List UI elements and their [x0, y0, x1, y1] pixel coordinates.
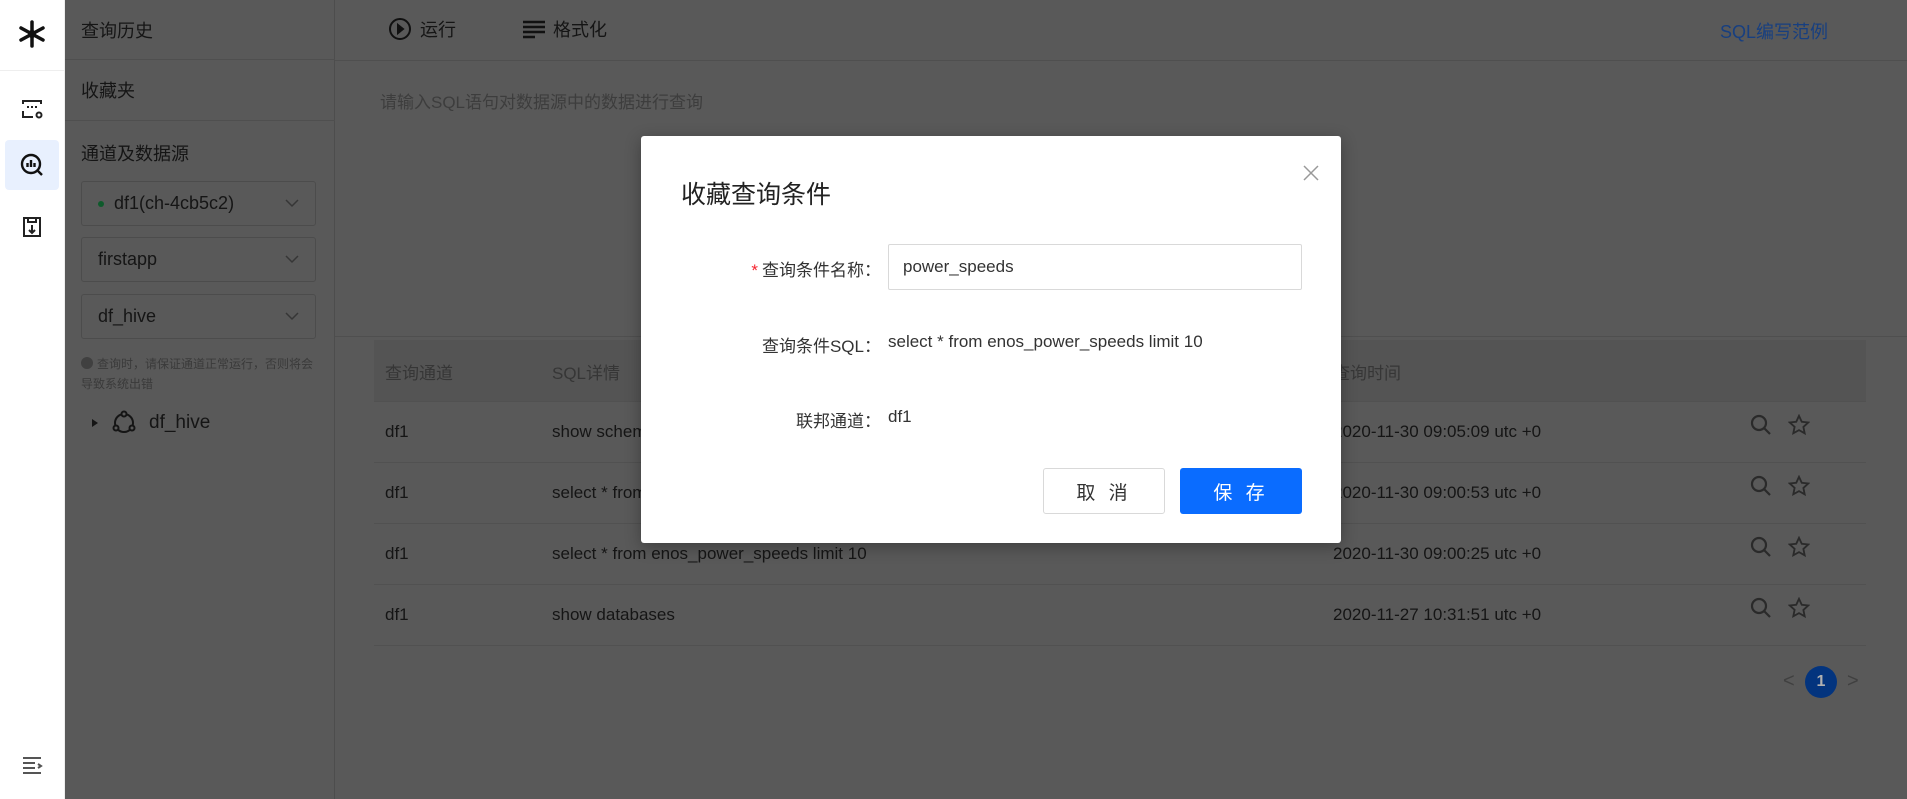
datasource-note: 查询时，请保证通道正常运行，否则将会导致系统出错 [81, 354, 321, 394]
row-1-channel: df1 [385, 422, 409, 441]
run-label: 运行 [420, 20, 456, 40]
view-query-icon[interactable] [1750, 414, 1772, 436]
row-2-time: 2020-11-30 09:00:53 utc +0 [1333, 483, 1542, 502]
modal-title: 收藏查询条件 [681, 181, 832, 209]
favorites-tab[interactable]: 收藏夹 [65, 60, 335, 121]
logo-icon [16, 18, 48, 55]
left-panel: 查询历史 收藏夹 通道及数据源 df1(ch-4cb5c2) firstapp … [65, 0, 335, 799]
sql-field-label: 查询条件SQL： [761, 337, 881, 356]
favorite-query-modal: 收藏查询条件 *查询条件名称： 查询条件SQL： select * from e… [641, 136, 1341, 543]
cancel-button[interactable]: 取 消 [1043, 468, 1165, 514]
tree-item-df-hive[interactable]: df_hive [91, 410, 210, 436]
caret-right-icon [92, 419, 98, 427]
align-left-icon [523, 20, 545, 39]
row-4-channel: df1 [385, 605, 409, 624]
view-query-icon[interactable] [1750, 475, 1772, 497]
sql-editor[interactable]: 请输入SQL语句对数据源中的数据进行查询 [380, 88, 703, 113]
column-header-time: 查询时间 [1333, 364, 1401, 383]
datasource-icon [112, 410, 136, 433]
favorite-star-icon[interactable] [1788, 536, 1810, 558]
required-mark: * [751, 261, 758, 280]
close-icon[interactable] [1303, 165, 1319, 181]
favorite-star-icon[interactable] [1788, 597, 1810, 619]
name-field-label: * 查询条件名称： [751, 256, 881, 281]
column-header-sql: SQL详情 [552, 364, 621, 383]
channel-select-value: df1(ch-4cb5c2) [114, 193, 235, 213]
next-page-button[interactable]: > [1847, 670, 1859, 693]
row-4-sql: show databases [552, 605, 675, 624]
row-1-time: 2020-11-30 09:05:09 utc +0 [1333, 422, 1542, 441]
play-circle-icon [389, 18, 411, 40]
app-select-value: firstapp [98, 249, 158, 269]
favorite-star-icon[interactable] [1788, 475, 1810, 497]
collapse-menu-icon[interactable] [5, 740, 59, 790]
nav-export-icon[interactable] [5, 202, 59, 252]
row-2-channel: df1 [385, 483, 409, 502]
save-button[interactable]: 保 存 [1180, 468, 1302, 514]
format-label: 格式化 [553, 20, 607, 40]
nav-query-settings-icon[interactable] [5, 84, 59, 134]
icon-bar [0, 0, 65, 799]
column-header-channel: 查询通道 [385, 364, 453, 383]
channel-select[interactable]: df1(ch-4cb5c2) [81, 181, 316, 226]
prev-page-button[interactable]: < [1783, 670, 1795, 693]
row-4-time: 2020-11-27 10:31:51 utc +0 [1333, 605, 1542, 624]
run-button[interactable]: 运行 [388, 16, 456, 42]
view-query-icon[interactable] [1750, 536, 1772, 558]
sql-value: select * from enos_power_speeds limit 10 [888, 332, 1203, 351]
row-3-channel: df1 [385, 544, 409, 563]
info-icon [81, 357, 93, 369]
chevron-down-icon [285, 255, 299, 264]
page-1-button[interactable]: 1 [1805, 666, 1837, 698]
name-label-text: 查询条件名称： [762, 261, 881, 280]
favorite-star-icon[interactable] [1788, 414, 1810, 436]
app-select[interactable]: firstapp [81, 237, 316, 282]
note-text: 查询时，请保证通道正常运行，否则将会导致系统出错 [81, 357, 314, 391]
datasource-select-value: df_hive [98, 306, 157, 326]
view-query-icon[interactable] [1750, 597, 1772, 619]
format-button[interactable]: 格式化 [523, 16, 607, 42]
sql-examples-link[interactable]: SQL编写范例 [1720, 18, 1828, 44]
row-3-time: 2020-11-30 09:00:25 utc +0 [1333, 544, 1542, 563]
channel-field-label: 联邦通道： [796, 412, 881, 431]
status-dot [98, 200, 104, 207]
chevron-down-icon [285, 199, 299, 208]
tree-item-label: df_hive [149, 412, 211, 433]
chevron-down-icon [285, 312, 299, 321]
query-name-input[interactable] [888, 244, 1302, 290]
datasource-select[interactable]: df_hive [81, 294, 316, 339]
row-3-sql: select * from enos_power_speeds limit 10 [552, 544, 867, 563]
query-history-tab[interactable]: 查询历史 [65, 0, 335, 60]
channel-value: df1 [888, 407, 912, 426]
datasource-label: 通道及数据源 [81, 144, 189, 164]
nav-query-icon[interactable] [5, 140, 59, 190]
